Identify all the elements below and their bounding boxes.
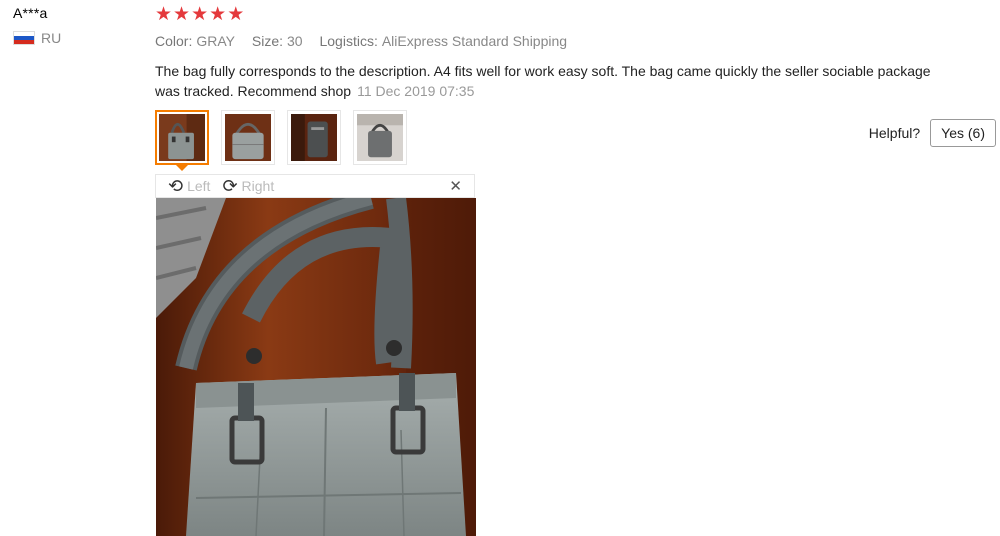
size-value: 30 [287,33,303,49]
review-text: The bag fully corresponds to the descrip… [155,63,931,99]
reviewer-name: A***a [13,5,48,21]
star-rating: ★ ★ ★ ★ ★ [155,4,244,26]
thumbnail-4[interactable] [353,110,407,165]
star-icon: ★ [227,4,245,25]
rotate-left-icon: ⟲ [168,176,184,196]
bag-photo [156,198,476,536]
thumbnail-3[interactable] [287,110,341,165]
star-icon: ★ [191,4,209,25]
thumbnail-1[interactable] [155,110,209,165]
enlarged-review-photo [156,198,476,536]
rotate-right-button[interactable]: ⟳ Right [222,177,274,195]
russia-flag-icon [13,31,35,45]
bag-photo-thumbnail [357,114,403,161]
review-date: 11 Dec 2019 07:35 [357,83,475,99]
star-icon: ★ [173,4,191,25]
order-details: Color: GRAY Size: 30 Logistics: AliExpress … [155,33,580,49]
helpful-yes-button[interactable]: Yes (6) [930,119,996,147]
color-label: Color: [155,33,193,49]
bag-photo-thumbnail [225,114,271,161]
close-icon[interactable]: ✕ [449,177,462,195]
image-viewer-toolbar: ⟲ Left ⟳ Right ✕ [155,174,475,198]
bag-photo-thumbnail [159,114,205,161]
size-label: Size: [251,33,284,49]
rotate-right-label: Right [241,178,275,194]
helpful-section: Helpful? Yes (6) [869,119,996,147]
star-icon: ★ [155,4,173,25]
logistics-label: Logistics: [319,33,378,49]
rotate-right-icon: ⟳ [222,176,238,196]
photo-thumbnails [155,110,407,165]
thumbnail-2[interactable] [221,110,275,165]
helpful-label: Helpful? [868,125,921,141]
star-icon: ★ [209,4,227,25]
rotate-left-button[interactable]: ⟲ Left [168,177,210,195]
reviewer-country: RU [13,30,61,46]
color-value: GRAY [196,33,235,49]
logistics-value: AliExpress Standard Shipping [381,33,568,49]
reviewer-info: A***a RU [13,5,61,46]
bag-photo-thumbnail [291,114,337,161]
rotate-left-label: Left [187,178,211,194]
review-body: The bag fully corresponds to the descrip… [155,61,955,101]
country-code: RU [41,30,62,46]
